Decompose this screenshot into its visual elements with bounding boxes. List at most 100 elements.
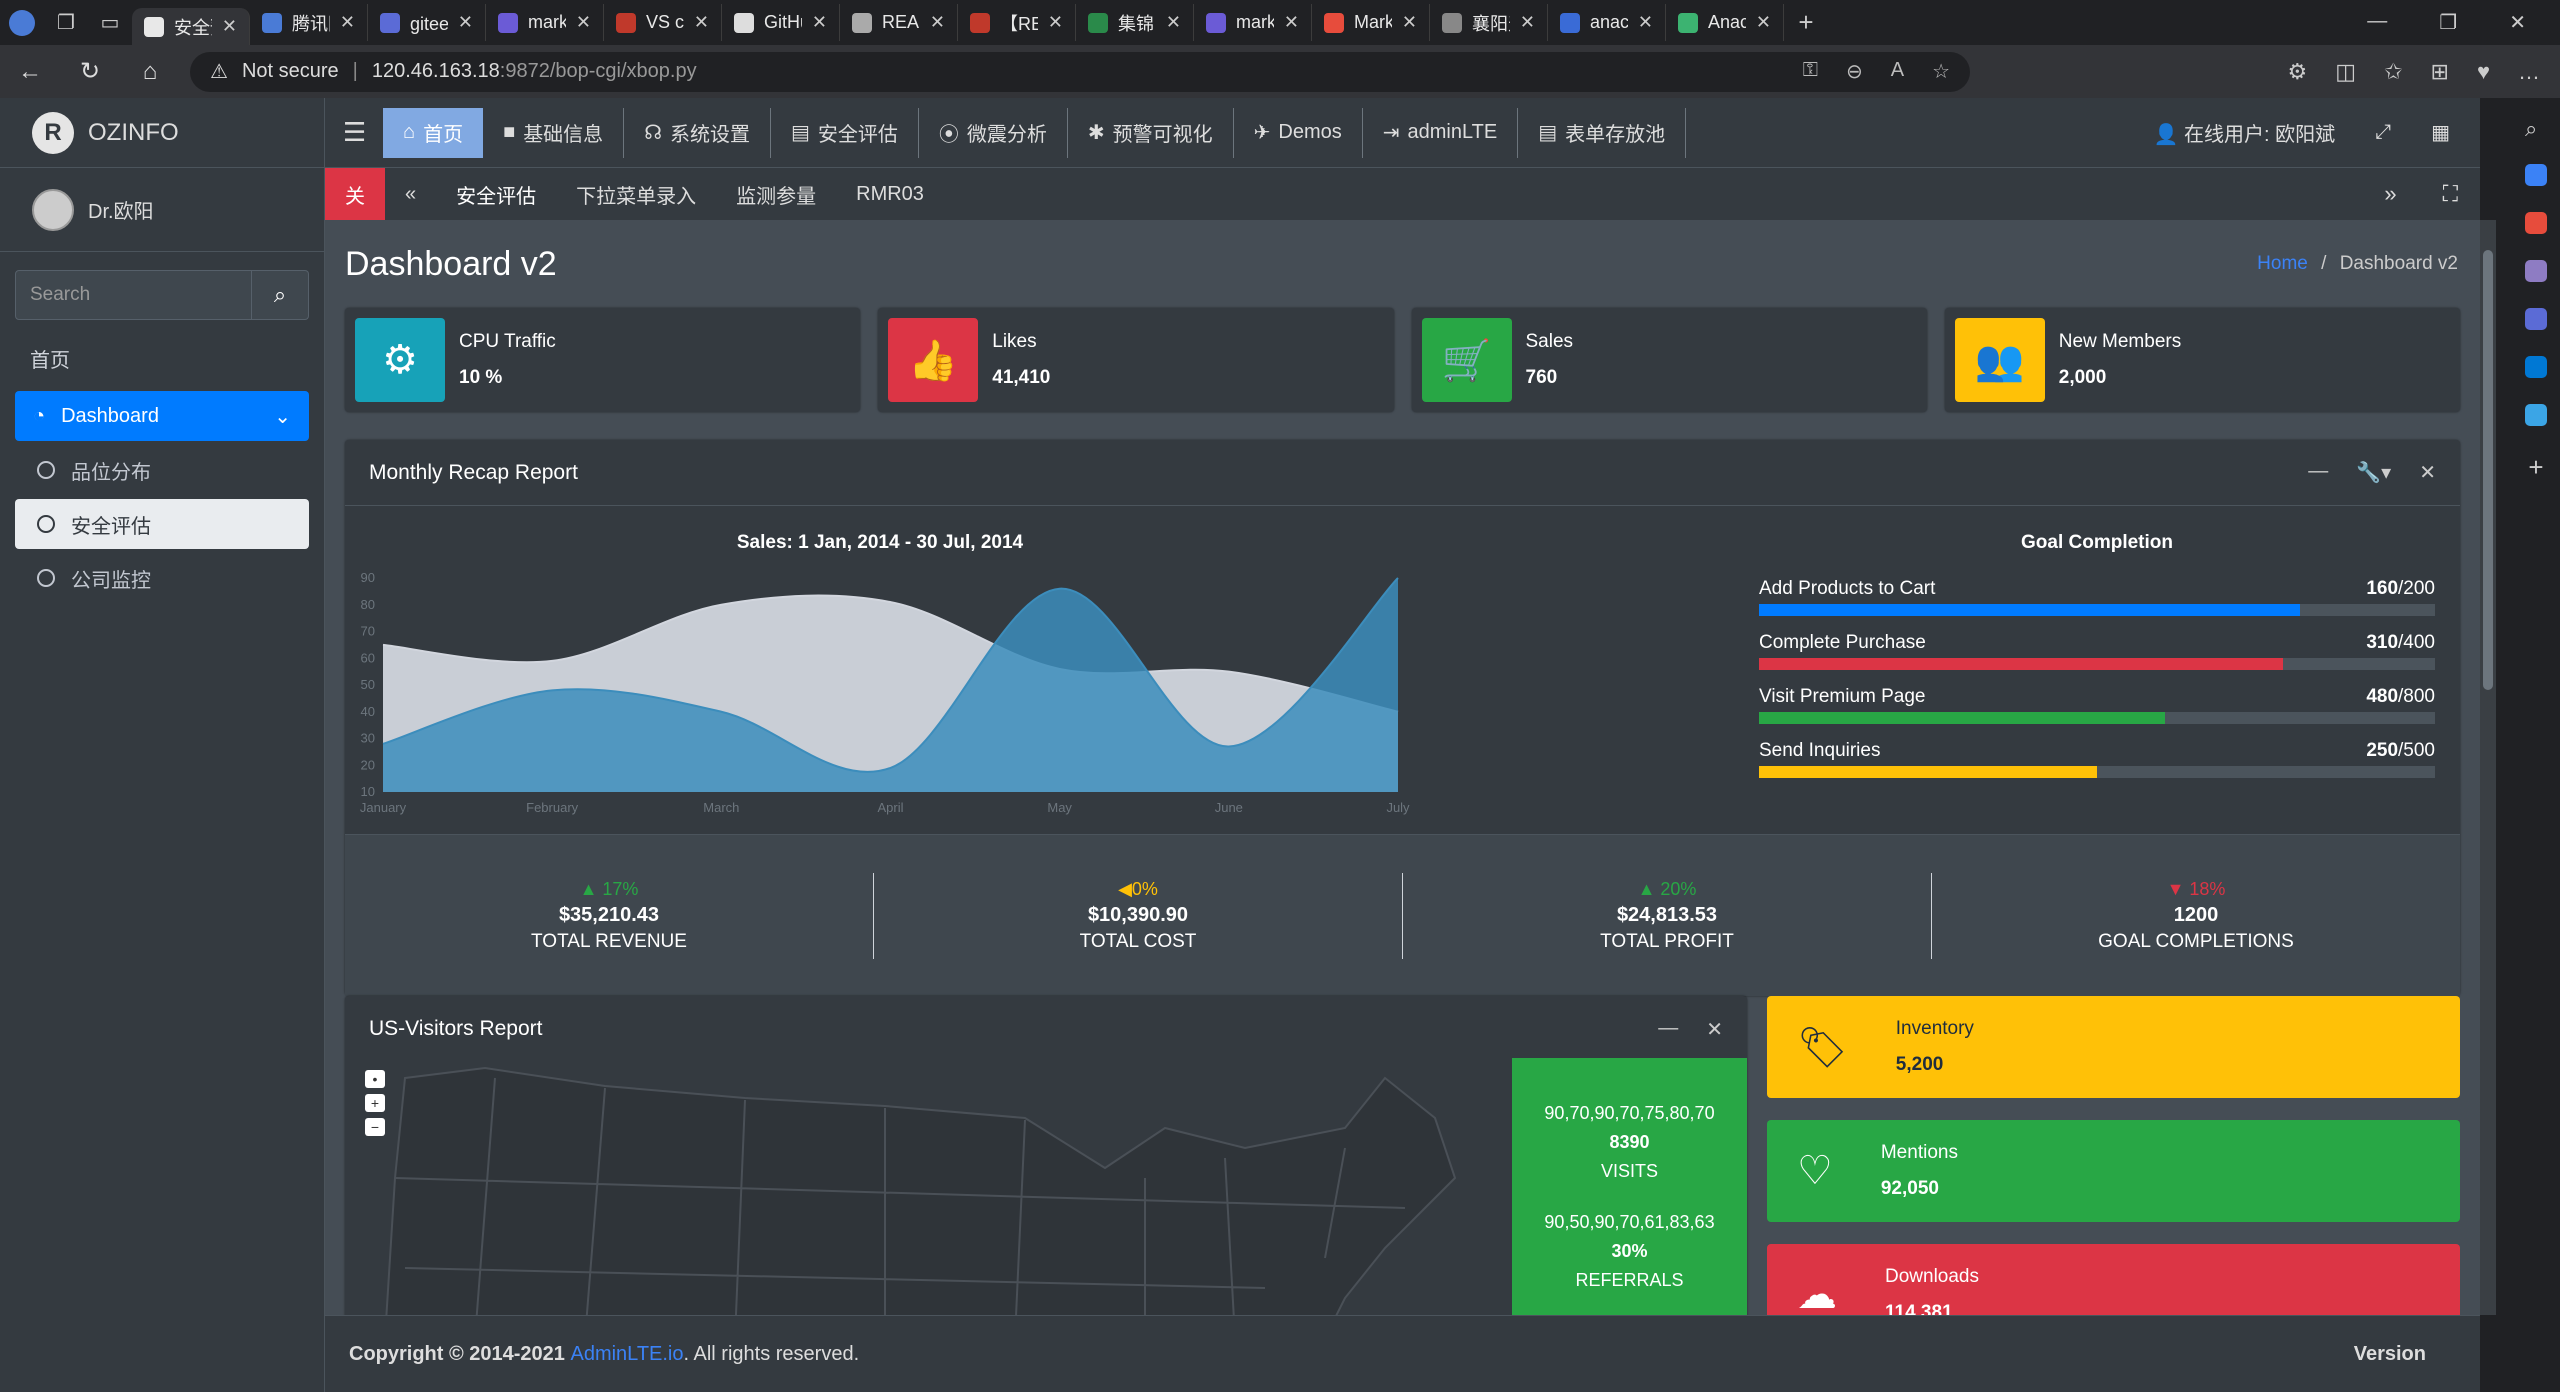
scroll-left-icon[interactable]: «	[385, 183, 436, 206]
copyright-text: Copyright © 2014-2021	[349, 1342, 571, 1365]
sidebar-item-grade-distribution[interactable]: 品位分布	[15, 445, 309, 495]
expand-icon[interactable]: ⛶	[2443, 181, 2458, 207]
close-window-button[interactable]: ✕	[2509, 10, 2526, 35]
browser-tab[interactable]: READM ✕	[840, 4, 958, 41]
topnav-item-form-pool[interactable]: ▤ 表单存放池	[1518, 107, 1687, 158]
collapse-icon[interactable]: —	[2308, 460, 2328, 485]
workspaces-icon[interactable]: ❐	[44, 10, 88, 35]
tab-close-icon[interactable]: ✕	[1402, 12, 1417, 33]
topnav-item-microseismic[interactable]: ⦿ 微震分析	[919, 107, 1068, 158]
more-menu-icon[interactable]: …	[2518, 59, 2540, 85]
performance-icon[interactable]: ♥	[2477, 59, 2490, 85]
content-tab[interactable]: RMR03	[836, 183, 944, 206]
sidebar-item-safety-assessment[interactable]: 安全评估	[15, 499, 309, 549]
tab-close-icon[interactable]: ✕	[1284, 12, 1299, 33]
back-button[interactable]: ←	[0, 58, 60, 86]
breadcrumb-home-link[interactable]: Home	[2257, 253, 2308, 274]
browser-tab[interactable]: markd ✕	[486, 4, 604, 41]
close-icon[interactable]: ✕	[2419, 460, 2436, 485]
close-icon[interactable]: ✕	[1706, 1017, 1723, 1042]
minimize-button[interactable]: —	[2367, 10, 2387, 35]
key-icon[interactable]: ⚿	[1803, 59, 1818, 84]
brand-link[interactable]: R OZINFO	[0, 98, 324, 168]
send-icon[interactable]	[2525, 404, 2547, 426]
menu-toggle-icon[interactable]: ☰	[343, 117, 383, 148]
topnav-item-system-settings[interactable]: ☊ 系统设置	[624, 107, 771, 158]
progress-fill	[1759, 766, 2097, 778]
url-bar[interactable]: ⚠ Not secure | 120.46.163.18:9872/bop-cg…	[190, 51, 1970, 92]
browser-tab[interactable]: markd ✕	[1194, 4, 1312, 41]
games-icon[interactable]	[2525, 260, 2547, 282]
search-button[interactable]: ⌕	[252, 270, 309, 320]
add-icon[interactable]: +	[2528, 452, 2543, 483]
tab-close-icon[interactable]: ✕	[222, 16, 237, 37]
user-panel[interactable]: Dr.欧阳	[0, 168, 324, 252]
home-button[interactable]: ⌂	[120, 58, 180, 86]
security-warning[interactable]: Not secure	[242, 60, 339, 83]
search-input[interactable]: Search	[15, 270, 252, 320]
content-tab[interactable]: 安全评估	[436, 180, 556, 209]
sidebar-item-company-monitoring[interactable]: 公司监控	[15, 553, 309, 603]
adminlte-link[interactable]: AdminLTE.io	[570, 1343, 683, 1365]
tab-close-icon[interactable]: ✕	[1756, 12, 1771, 33]
new-tab-button[interactable]: +	[1784, 7, 1828, 38]
browser-tab[interactable]: 集锦 ✕	[1076, 4, 1194, 41]
tools-icon[interactable]	[2525, 212, 2547, 234]
user-name[interactable]: Dr.欧阳	[88, 195, 154, 224]
search-icon[interactable]: ⌕	[2525, 116, 2547, 141]
split-screen-icon[interactable]: ◫	[2335, 59, 2356, 85]
fullscreen-icon[interactable]: ⤢	[2375, 121, 2391, 144]
browser-tab[interactable]: Anacor ✕	[1666, 4, 1784, 41]
tab-close-icon[interactable]: ✕	[1638, 12, 1653, 33]
tab-close-icon[interactable]: ✕	[812, 12, 827, 33]
tab-close-icon[interactable]: ✕	[1520, 12, 1535, 33]
browser-tab[interactable]: gitee 决 ✕	[368, 4, 486, 41]
browser-tab[interactable]: 腾讯网 ✕	[250, 4, 368, 41]
copilot-icon[interactable]	[2525, 308, 2547, 330]
tab-close-icon[interactable]: ✕	[930, 12, 945, 33]
shopping-icon[interactable]	[2525, 164, 2547, 186]
topnav-item-basic-info[interactable]: ■ 基础信息	[483, 107, 625, 158]
tab-close-icon[interactable]: ✕	[340, 12, 355, 33]
browser-tab[interactable]: 【READ ✕	[958, 4, 1076, 41]
browser-tab[interactable]: VS cod ✕	[604, 4, 722, 41]
us-map[interactable]	[365, 1058, 1525, 1332]
tab-close-icon[interactable]: ✕	[1166, 12, 1181, 33]
browser-tab[interactable]: 安全预 ✕	[132, 8, 250, 45]
browser-tab[interactable]: GitHub ✕	[722, 4, 840, 41]
content-tab[interactable]: 监测参量	[716, 180, 836, 209]
browser-tab[interactable]: anacon ✕	[1548, 4, 1666, 41]
scroll-right-icon[interactable]: »	[2384, 181, 2396, 207]
sidebar-item-dashboard[interactable]: ◔ Dashboard ⌄	[15, 391, 309, 441]
topnav-item-safety-assessment[interactable]: ▤ 安全评估	[771, 107, 919, 158]
browser-profile-icon[interactable]	[0, 9, 44, 36]
refresh-button[interactable]: ↻	[60, 57, 120, 86]
content-tab[interactable]: 下拉菜单录入	[556, 180, 716, 209]
tab-close-icon[interactable]: ✕	[458, 12, 473, 33]
tab-close-icon[interactable]: ✕	[1048, 12, 1063, 33]
tab-close-icon[interactable]: ✕	[576, 12, 591, 33]
topnav-item-home[interactable]: ⌂ 首页	[383, 107, 484, 158]
online-user[interactable]: 👤 在线用户: 欧阳斌	[2154, 118, 2336, 147]
topnav-item-adminlte[interactable]: ⇥ adminLTE	[1363, 107, 1519, 158]
browser-tab[interactable]: 襄阳天 ✕	[1430, 4, 1548, 41]
outlook-icon[interactable]	[2525, 356, 2547, 378]
collapse-icon[interactable]: —	[1658, 1017, 1678, 1042]
topnav-item-warning-viz[interactable]: ✱ 预警可视化	[1068, 107, 1234, 158]
extensions-icon[interactable]: ⚙	[2288, 59, 2308, 85]
topnav-item-demos[interactable]: ✈ Demos	[1234, 107, 1363, 158]
browser-tab[interactable]: MarkD ✕	[1312, 4, 1430, 41]
tab-close-icon[interactable]: ✕	[694, 12, 709, 33]
goal-progress-group: Add Products to Cart 160/200	[1759, 578, 2435, 616]
read-aloud-icon[interactable]: A	[1891, 59, 1904, 84]
favorite-star-icon[interactable]: ☆	[1932, 59, 1950, 84]
content-scrollbar[interactable]	[2480, 220, 2496, 1315]
zoom-icon[interactable]: ⊖	[1846, 59, 1863, 84]
restore-button[interactable]: ❐	[2439, 10, 2457, 35]
wrench-icon[interactable]: 🔧▾	[2356, 460, 2391, 485]
grid-icon[interactable]: ▦	[2431, 120, 2450, 145]
vertical-tabs-icon[interactable]: ▭	[88, 10, 132, 35]
favorites-icon[interactable]: ✩	[2384, 59, 2402, 85]
collections-icon[interactable]: ⊞	[2431, 59, 2449, 85]
close-tabs-button[interactable]: 关	[325, 168, 385, 220]
